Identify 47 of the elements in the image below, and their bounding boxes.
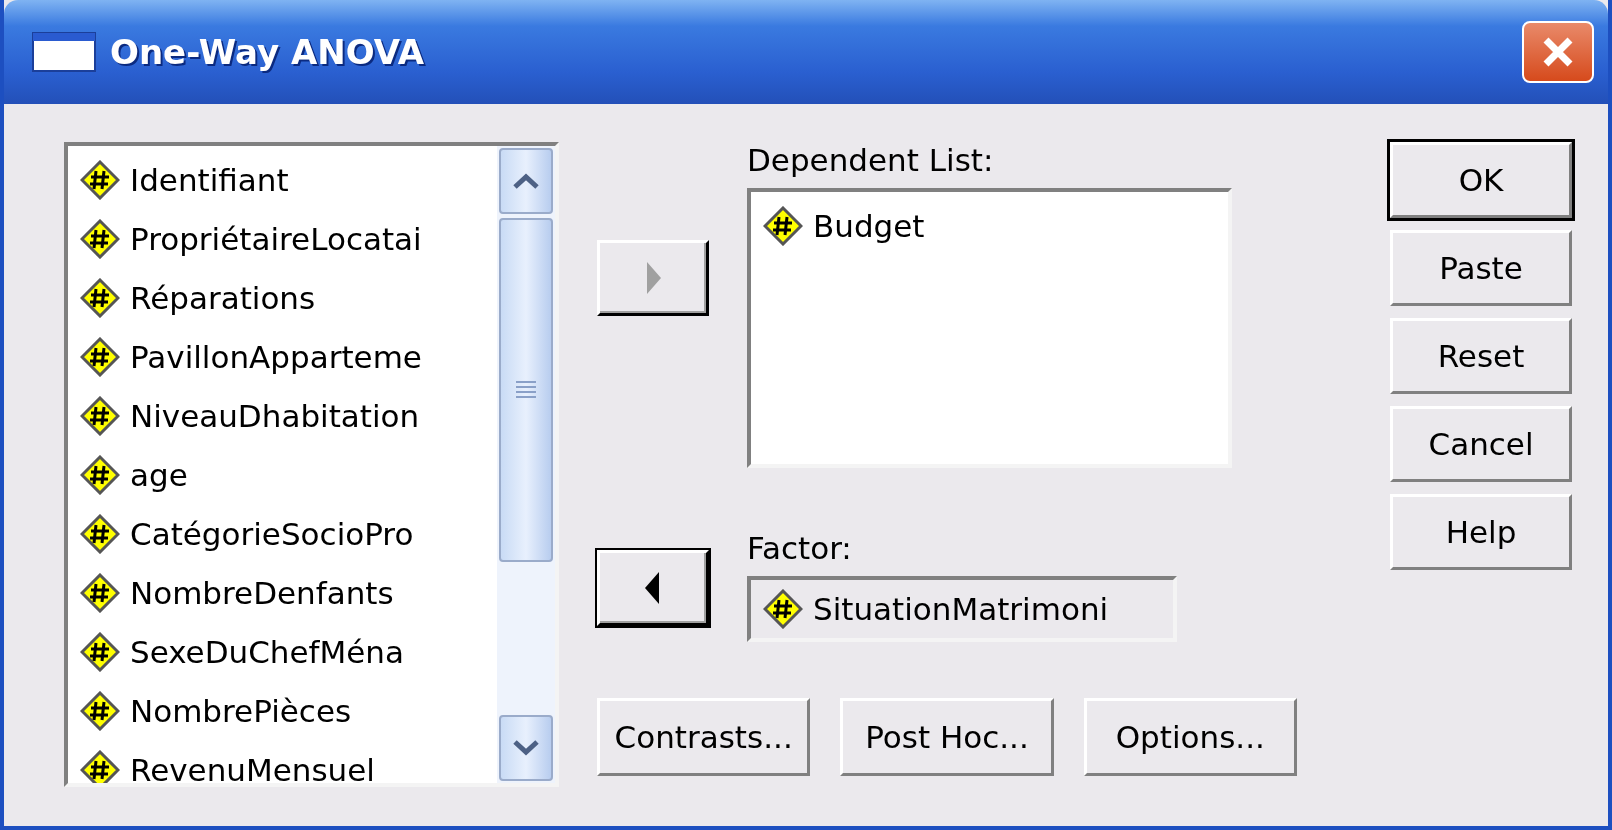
- dialog-button[interactable]: Options...: [1083, 698, 1297, 776]
- scale-variable-icon: [80, 513, 120, 554]
- move-button[interactable]: [597, 550, 709, 626]
- dependent-list-label: Dependent List:: [747, 142, 995, 180]
- scroll-up-button[interactable]: [499, 148, 553, 214]
- variable-item[interactable]: CatégorieSocioPro: [80, 504, 497, 563]
- factor-field[interactable]: SituationMatrimoni: [747, 576, 1177, 642]
- dialog-button[interactable]: Post Hoc...: [840, 698, 1054, 776]
- dialog-button[interactable]: Help: [1390, 494, 1572, 570]
- scale-variable-icon: [763, 589, 803, 629]
- close-button[interactable]: [1522, 21, 1594, 83]
- chevron-up-icon: [511, 171, 541, 191]
- scale-variable-icon: [80, 690, 120, 731]
- scrollbar-thumb[interactable]: [499, 218, 553, 562]
- variable-item[interactable]: Réparations: [80, 268, 497, 327]
- variable-item[interactable]: Identifiant: [80, 150, 497, 209]
- dialog-button[interactable]: Cancel: [1390, 406, 1572, 482]
- dialog-button[interactable]: Reset: [1390, 318, 1572, 394]
- scale-variable-icon: [80, 631, 120, 672]
- scale-variable-icon: [80, 395, 120, 436]
- scale-variable-icon: [763, 205, 803, 246]
- dialog-button[interactable]: Contrasts...: [597, 698, 811, 776]
- variable-item[interactable]: NiveauDhabitation: [80, 386, 497, 445]
- scale-variable-icon: [80, 336, 120, 377]
- scale-variable-icon: [80, 454, 120, 495]
- grip-icon: [515, 380, 537, 400]
- variable-item[interactable]: NombrePièces: [80, 681, 497, 740]
- scale-variable-icon: [80, 218, 120, 259]
- variable-item[interactable]: RevenuMensuel: [80, 740, 497, 783]
- scale-variable-icon: [80, 749, 120, 783]
- scale-variable-icon: [80, 572, 120, 613]
- variable-item[interactable]: SexeDuChefMéna: [80, 622, 497, 681]
- move-button[interactable]: [597, 240, 709, 316]
- variable-item[interactable]: PavillonApparteme: [80, 327, 497, 386]
- window-icon: [32, 32, 96, 72]
- variable-item[interactable]: age: [80, 445, 497, 504]
- variable-item[interactable]: Budget: [763, 196, 1228, 255]
- chevron-down-icon: [511, 738, 541, 758]
- window-title: One-Way ANOVA: [110, 32, 426, 72]
- dialog-button[interactable]: Paste: [1390, 230, 1572, 306]
- variable-item[interactable]: PropriétaireLocatai: [80, 209, 497, 268]
- dialog-button[interactable]: OK: [1390, 142, 1572, 218]
- scroll-down-button[interactable]: [499, 715, 553, 781]
- scale-variable-icon: [80, 159, 120, 200]
- scale-variable-icon: [80, 277, 120, 318]
- variable-item[interactable]: NombreDenfants: [80, 563, 497, 622]
- factor-label: Factor:: [747, 530, 853, 568]
